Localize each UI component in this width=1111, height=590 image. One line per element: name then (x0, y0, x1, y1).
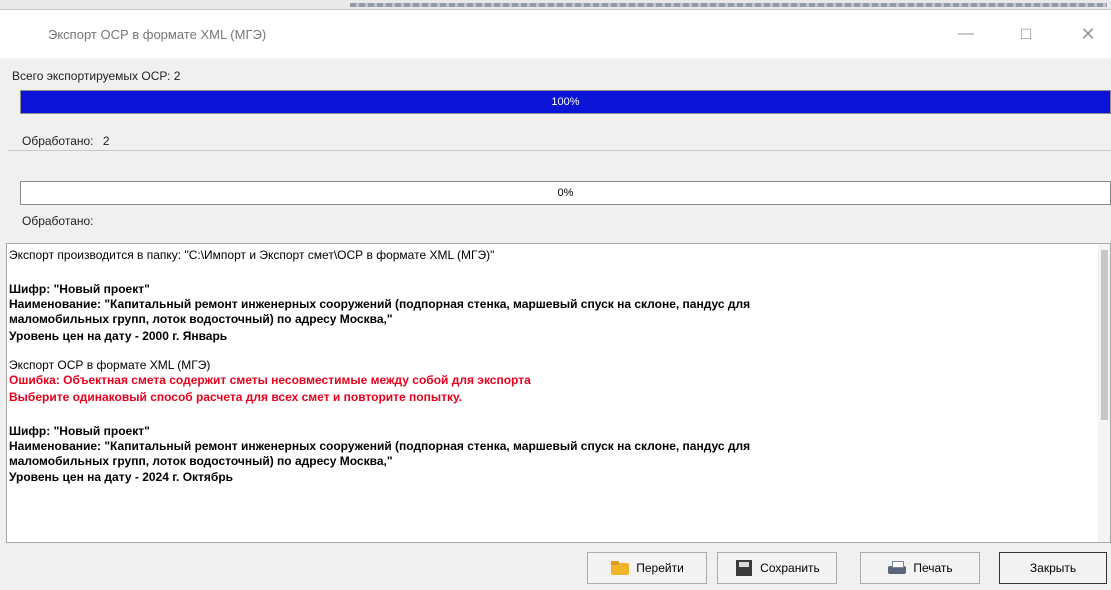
folder-icon (610, 560, 632, 576)
processed-label-2: Обработано: (22, 214, 94, 228)
log-price-level-1: Уровень цен на дату - 2000 г. Январь (9, 329, 228, 343)
log-name-2a: Наименование: "Капитальный ремонт инжене… (9, 439, 751, 453)
total-progress-bar: 100% (20, 90, 1111, 114)
log-name-1b: маломобильных групп, лоток водосточный) … (9, 312, 393, 326)
log-error-line-1: Ошибка: Объектная смета содержит сметы н… (9, 373, 531, 387)
maximize-button[interactable]: ☐ (1006, 20, 1046, 48)
title-bar: Экспорт ОСР в формате XML (МГЭ) — ☐ ✕ (0, 10, 1111, 58)
save-button[interactable]: Сохранить (717, 552, 837, 584)
log-price-level-2: Уровень цен на дату - 2024 г. Октябрь (9, 470, 234, 484)
item-progress-bar: 0% (20, 181, 1111, 205)
processed-caption: Обработано: (22, 134, 94, 148)
total-progress-percent: 100% (551, 96, 580, 108)
print-button-label: Печать (913, 561, 953, 575)
close-button-label: Закрыть (1029, 561, 1077, 575)
log-scrollbar[interactable] (1098, 244, 1110, 542)
processed-label-1: Обработано: 2 (22, 134, 110, 148)
log-scroll-thumb[interactable] (1101, 250, 1108, 420)
printer-icon (887, 560, 909, 576)
close-window-button[interactable]: ✕ (1068, 20, 1108, 48)
export-dialog: Экспорт ОСР в формате XML (МГЭ) — ☐ ✕ Вс… (0, 10, 1111, 590)
item-progress-percent: 0% (557, 187, 574, 199)
export-log[interactable]: Экспорт производится в папку: "C:\Импорт… (6, 243, 1111, 543)
window-title: Экспорт ОСР в формате XML (МГЭ) (48, 27, 267, 42)
log-folder-line: Экспорт производится в папку: "C:\Импорт… (9, 248, 495, 262)
save-button-label: Сохранить (760, 561, 820, 575)
log-name-2b: маломобильных групп, лоток водосточный) … (9, 454, 393, 468)
total-export-label: Всего экспортируемых ОСР: 2 (12, 69, 181, 83)
goto-button-label: Перейти (636, 561, 684, 575)
log-code-2: Шифр: "Новый проект" (9, 424, 150, 438)
background-window-text (350, 3, 1107, 7)
log-error-line-2: Выберите одинаковый способ расчета для в… (9, 390, 462, 404)
print-button[interactable]: Печать (860, 552, 980, 584)
log-name-1a: Наименование: "Капитальный ремонт инжене… (9, 297, 751, 311)
processed-count: 2 (102, 134, 110, 148)
goto-button[interactable]: Перейти (587, 552, 707, 584)
minimize-button[interactable]: — (946, 20, 986, 48)
divider (8, 150, 1111, 151)
log-code-1: Шифр: "Новый проект" (9, 282, 150, 296)
floppy-disk-icon (734, 560, 756, 576)
close-button[interactable]: Закрыть (999, 552, 1107, 584)
log-export-line: Экспорт ОСР в формате XML (МГЭ) (9, 358, 211, 372)
